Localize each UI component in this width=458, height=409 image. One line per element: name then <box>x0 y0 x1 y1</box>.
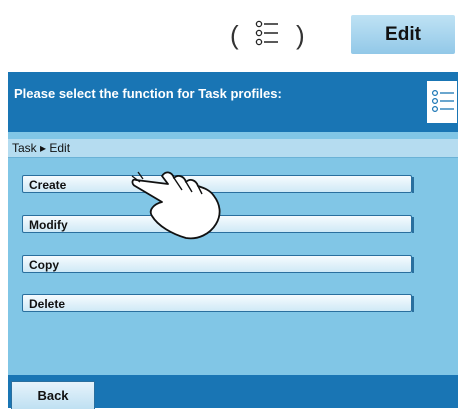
breadcrumb-bar: Task ▸ Edit <box>8 139 458 158</box>
open-paren: ( <box>230 20 239 50</box>
close-paren: ) <box>296 20 305 50</box>
breadcrumb: Task ▸ Edit <box>12 141 71 155</box>
device-screen: Please select the function for Task prof… <box>8 72 458 409</box>
header-bar: Please select the function for Task prof… <box>8 72 458 132</box>
pointing-hand-icon <box>131 171 221 240</box>
back-button[interactable]: Back <box>11 381 95 409</box>
list-menu-icon <box>255 20 278 46</box>
list-menu-icon <box>431 90 454 113</box>
footer-bar: Back <box>8 375 458 409</box>
page-title: Please select the function for Task prof… <box>14 86 282 101</box>
delete-button[interactable]: Delete <box>22 294 414 312</box>
menu-button[interactable] <box>426 80 458 124</box>
copy-button[interactable]: Copy <box>22 255 414 273</box>
edit-key[interactable]: Edit <box>351 15 455 54</box>
